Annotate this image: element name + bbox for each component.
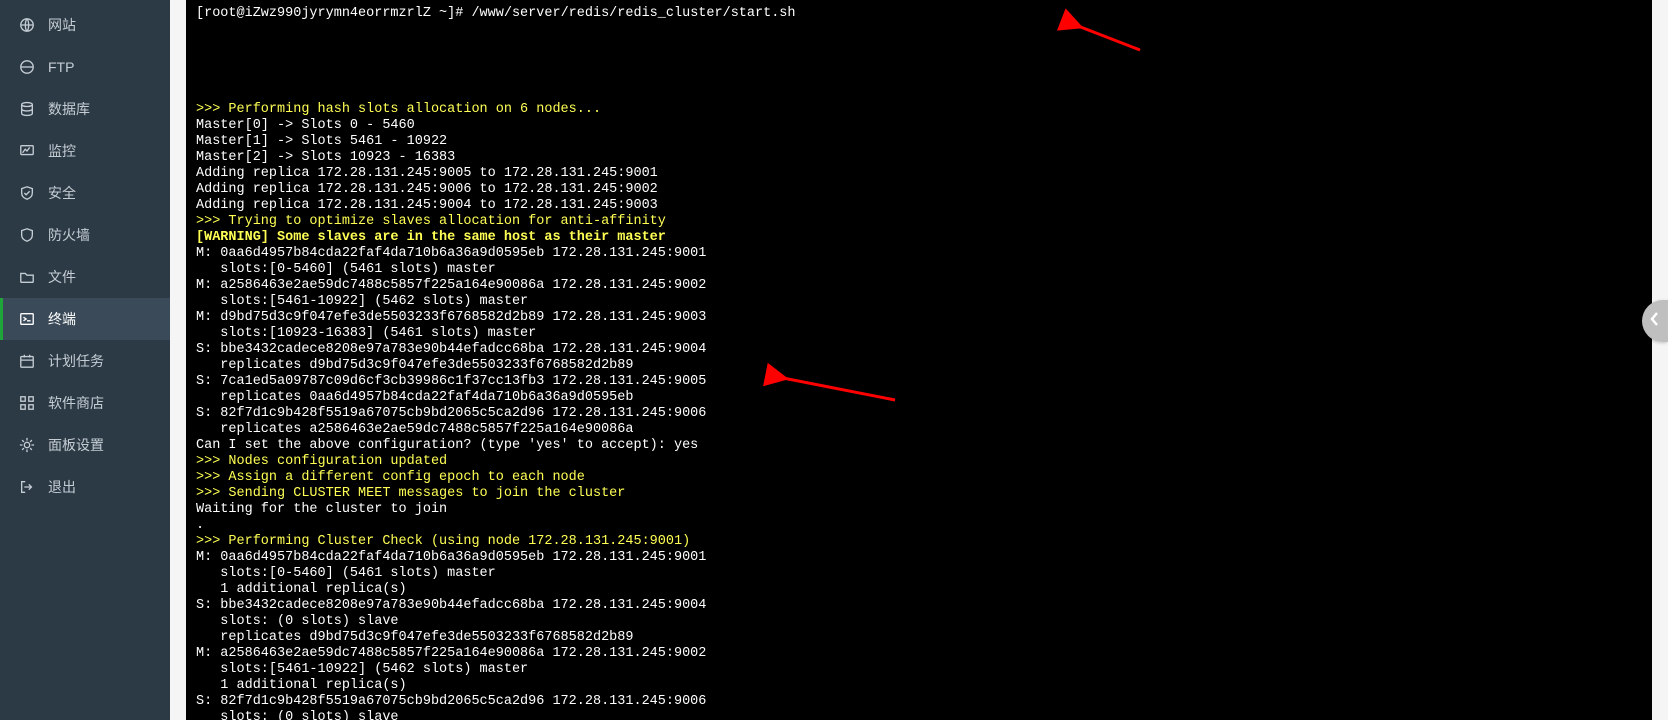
sidebar-item-label: FTP (48, 59, 74, 75)
appstore-icon (18, 394, 36, 412)
sidebar-item-files[interactable]: 文件 (0, 256, 170, 298)
folder-icon (18, 268, 36, 286)
terminal-line: slots: (0 slots) slave (196, 614, 1642, 630)
terminal-line: Can I set the above configuration? (type… (196, 438, 1642, 454)
sidebar-item-ftp[interactable]: FTP (0, 46, 170, 88)
terminal-line: S: 7ca1ed5a09787c09d6cf3cb39986c1f37cc13… (196, 374, 1642, 390)
sidebar-item-monitor[interactable]: 监控 (0, 130, 170, 172)
sidebar-item-database[interactable]: 数据库 (0, 88, 170, 130)
terminal-line: slots:[10923-16383] (5461 slots) master (196, 326, 1642, 342)
terminal-line: >>> Performing hash slots allocation on … (196, 102, 1642, 118)
terminal-icon (18, 310, 36, 328)
sidebar-item-terminal[interactable]: 终端 (0, 298, 170, 340)
terminal-line: S: bbe3432cadece8208e97a783e90b44efadcc6… (196, 342, 1642, 358)
terminal-line: Master[1] -> Slots 5461 - 10922 (196, 134, 1642, 150)
terminal-line: replicates 0aa6d4957b84cda22faf4da710b6a… (196, 390, 1642, 406)
terminal-line: replicates d9bd75d3c9f047efe3de5503233f6… (196, 630, 1642, 646)
sidebar-item-cron[interactable]: 计划任务 (0, 340, 170, 382)
sidebar-item-logout[interactable]: 退出 (0, 466, 170, 508)
terminal-line: 1 additional replica(s) (196, 678, 1642, 694)
sidebar-item-website[interactable]: 网站 (0, 4, 170, 46)
sidebar: 网站 FTP 数据库监控安全防火墙文件终端计划任务软件商店面板设置退出 (0, 0, 170, 720)
monitor-icon (18, 142, 36, 160)
prompt: [root@iZwz990jyrymn4eorrmzrlZ ~]# (196, 6, 471, 21)
terminal-line: Adding replica 172.28.131.245:9006 to 17… (196, 182, 1642, 198)
terminal-line: M: a2586463e2ae59dc7488c5857f225a164e900… (196, 278, 1642, 294)
sidebar-item-label: 防火墙 (48, 225, 90, 245)
shield-icon (18, 184, 36, 202)
sidebar-item-label: 网站 (48, 15, 76, 35)
terminal-line: M: 0aa6d4957b84cda22faf4da710b6a36a9d059… (196, 550, 1642, 566)
terminal-line: slots:[0-5460] (5461 slots) master (196, 262, 1642, 278)
cron-icon (18, 352, 36, 370)
terminal-line: S: bbe3432cadece8208e97a783e90b44efadcc6… (196, 598, 1642, 614)
terminal-line: >>> Assign a different config epoch to e… (196, 470, 1642, 486)
firewall-icon (18, 226, 36, 244)
terminal-line: . (196, 518, 1642, 534)
sidebar-item-label: 退出 (48, 477, 76, 497)
terminal-line: >>> Trying to optimize slaves allocation… (196, 214, 1642, 230)
sidebar-item-appstore[interactable]: 软件商店 (0, 382, 170, 424)
terminal-line: M: d9bd75d3c9f047efe3de5503233f6768582d2… (196, 310, 1642, 326)
globe-icon (18, 16, 36, 34)
chevron-left-icon (1649, 311, 1661, 332)
sidebar-item-label: 监控 (48, 141, 76, 161)
terminal-line: slots: (0 slots) slave (196, 710, 1642, 720)
logout-icon (18, 478, 36, 496)
terminal-line: Adding replica 172.28.131.245:9004 to 17… (196, 198, 1642, 214)
sidebar-item-label: 安全 (48, 183, 76, 203)
sidebar-item-panel[interactable]: 面板设置 (0, 424, 170, 466)
terminal-line: Waiting for the cluster to join (196, 502, 1642, 518)
terminal-line: Master[0] -> Slots 0 - 5460 (196, 118, 1642, 134)
terminal-line: [WARNING] Some slaves are in the same ho… (196, 230, 1642, 246)
terminal-line: slots:[5461-10922] (5462 slots) master (196, 294, 1642, 310)
terminal-line: M: 0aa6d4957b84cda22faf4da710b6a36a9d059… (196, 246, 1642, 262)
sidebar-item-label: 数据库 (48, 99, 90, 119)
terminal-line: 1 additional replica(s) (196, 582, 1642, 598)
ftp-icon (18, 58, 36, 76)
terminal-output[interactable]: [root@iZwz990jyrymn4eorrmzrlZ ~]# /www/s… (186, 0, 1652, 720)
terminal-line: replicates a2586463e2ae59dc7488c5857f225… (196, 422, 1642, 438)
terminal-line: Adding replica 172.28.131.245:9005 to 17… (196, 166, 1642, 182)
command: /www/server/redis/redis_cluster/start.sh (471, 6, 795, 21)
sidebar-item-label: 面板设置 (48, 435, 104, 455)
terminal-line: S: 82f7d1c9b428f5519a67075cb9bd2065c5ca2… (196, 406, 1642, 422)
terminal-line: >>> Sending CLUSTER MEET messages to joi… (196, 486, 1642, 502)
sidebar-item-security[interactable]: 安全 (0, 172, 170, 214)
settings-icon (18, 436, 36, 454)
terminal-line: slots:[5461-10922] (5462 slots) master (196, 662, 1642, 678)
sidebar-item-label: 计划任务 (48, 351, 104, 371)
terminal-line: slots:[0-5460] (5461 slots) master (196, 566, 1642, 582)
sidebar-item-label: 软件商店 (48, 393, 104, 413)
terminal-line: S: 82f7d1c9b428f5519a67075cb9bd2065c5ca2… (196, 694, 1642, 710)
terminal-line: M: a2586463e2ae59dc7488c5857f225a164e900… (196, 646, 1642, 662)
sidebar-item-label: 文件 (48, 267, 76, 287)
sidebar-item-firewall[interactable]: 防火墙 (0, 214, 170, 256)
terminal-line: [root@iZwz990jyrymn4eorrmzrlZ ~]# /www/s… (196, 6, 1642, 22)
database-icon (18, 100, 36, 118)
terminal-line: >>> Nodes configuration updated (196, 454, 1642, 470)
terminal-line: >>> Performing Cluster Check (using node… (196, 534, 1642, 550)
main-area: [root@iZwz990jyrymn4eorrmzrlZ ~]# /www/s… (170, 0, 1668, 720)
sidebar-item-label: 终端 (48, 309, 76, 329)
terminal-line: Master[2] -> Slots 10923 - 16383 (196, 150, 1642, 166)
terminal-line: replicates d9bd75d3c9f047efe3de5503233f6… (196, 358, 1642, 374)
